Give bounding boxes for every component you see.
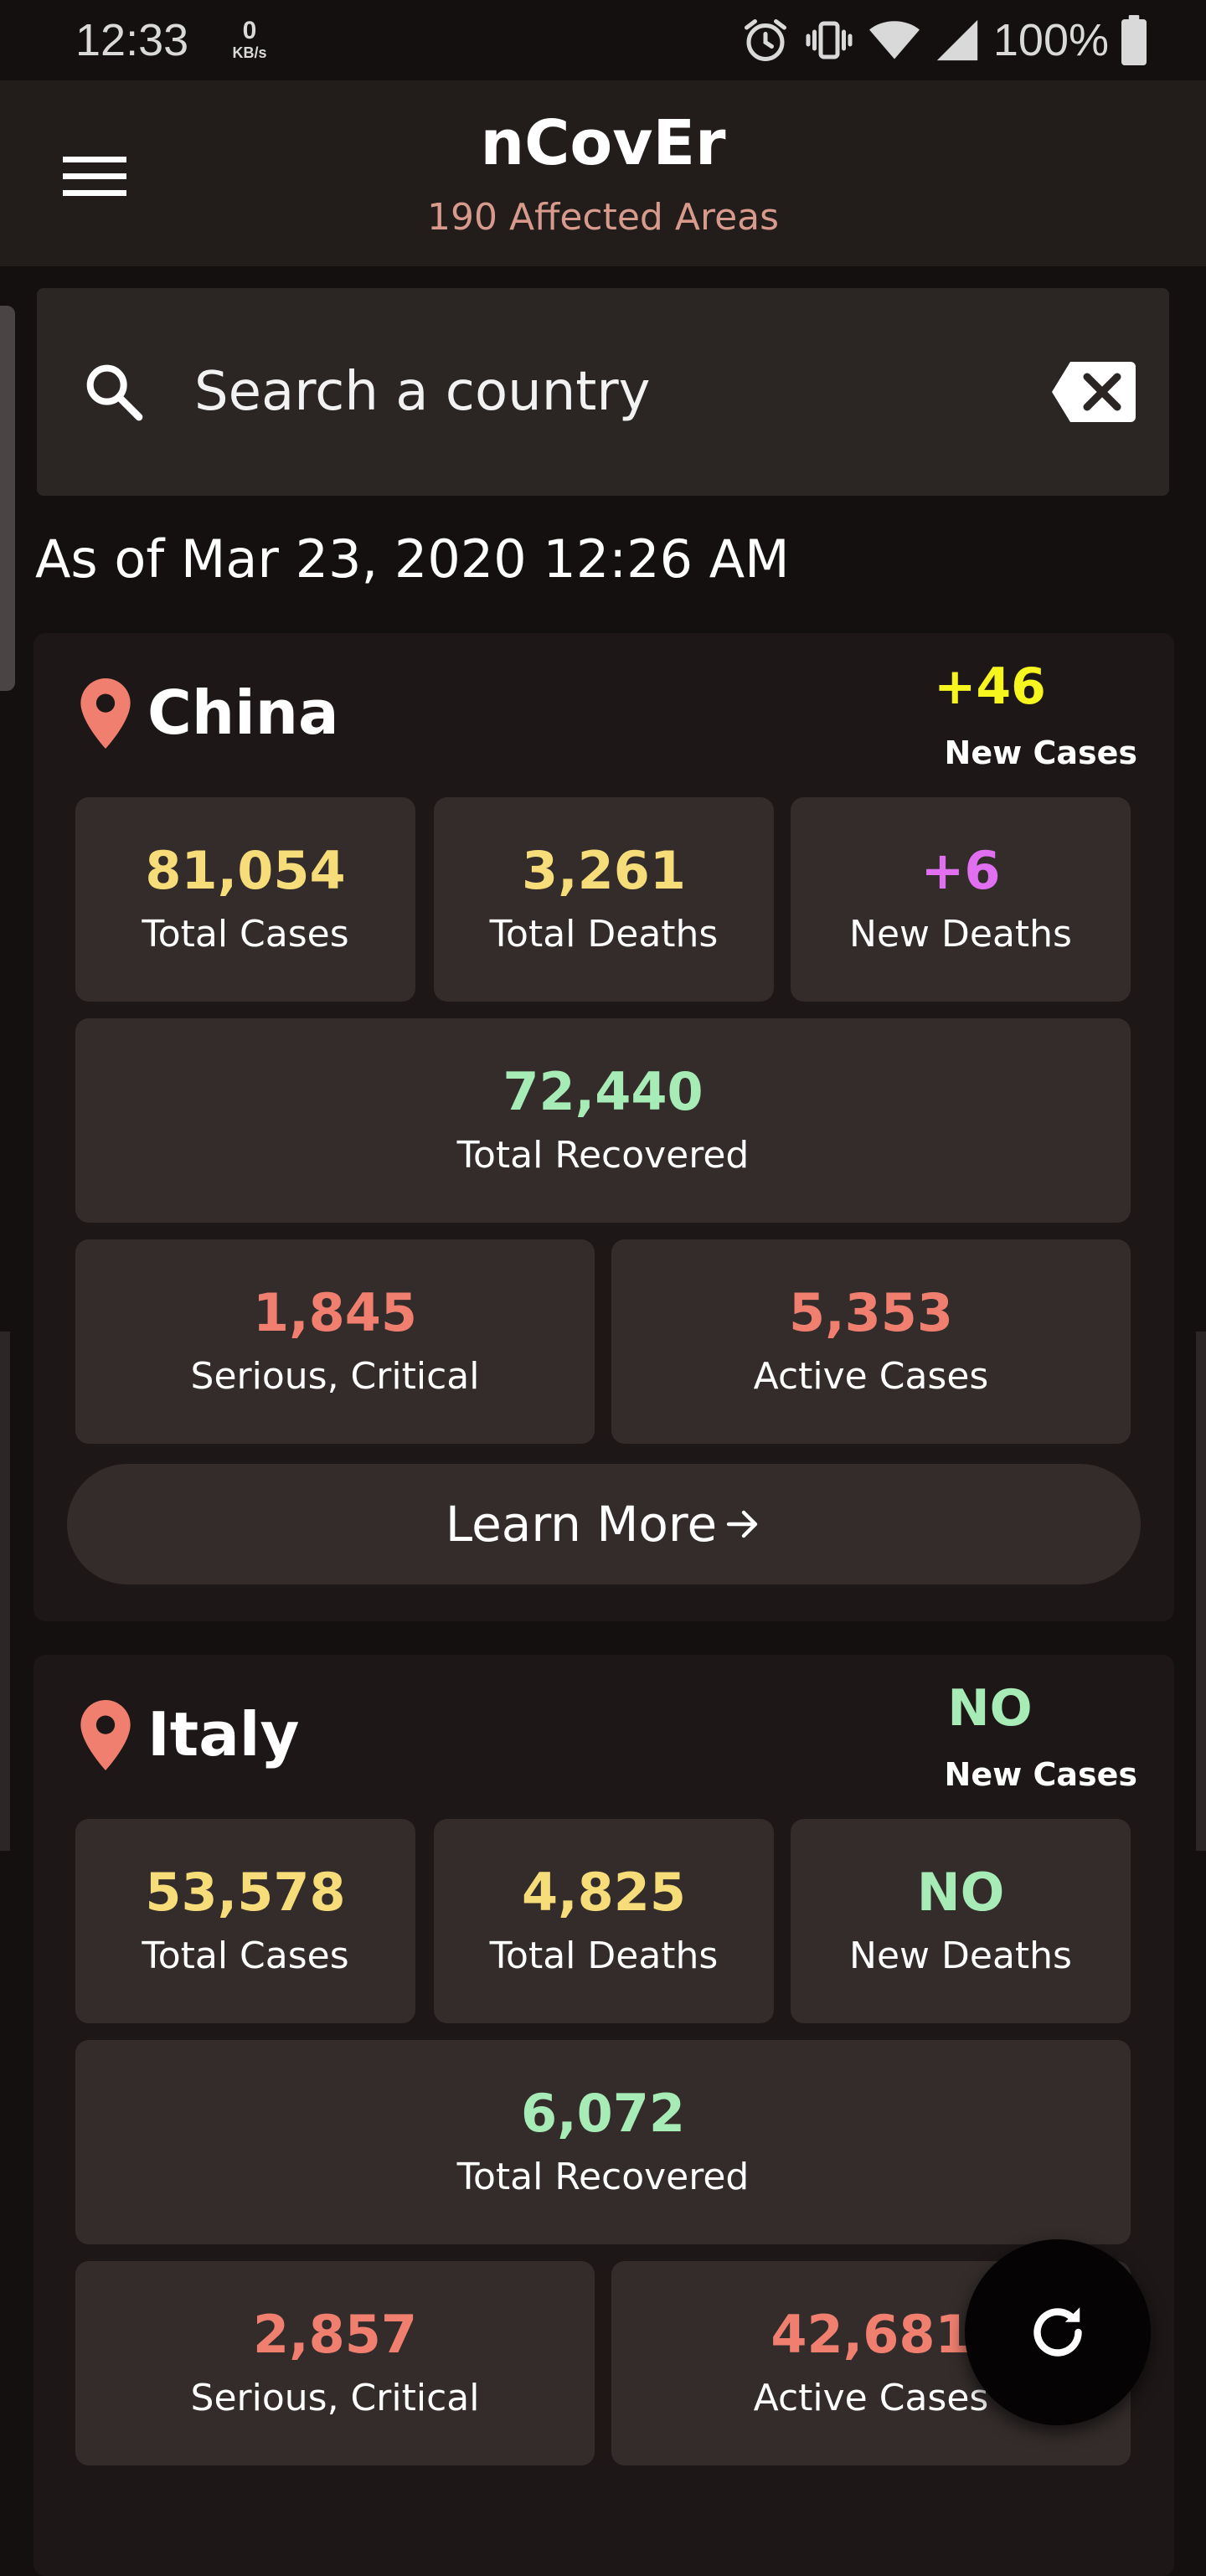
- backspace-clear-icon: [1052, 362, 1136, 422]
- stat-new-deaths: +6 New Deaths: [791, 797, 1131, 1002]
- serious-critical-value: 1,845: [252, 1282, 418, 1343]
- stat-total-cases: 81,054 Total Cases: [75, 797, 415, 1002]
- app-title: nCovEr: [480, 107, 726, 179]
- new-cases-value: NO: [947, 1679, 1033, 1738]
- learn-more-button[interactable]: Learn More: [67, 1464, 1141, 1584]
- new-deaths-label: New Deaths: [849, 913, 1072, 956]
- alarm-icon: [744, 19, 786, 61]
- total-deaths-value: 3,261: [521, 840, 687, 901]
- search-icon[interactable]: [80, 358, 147, 425]
- battery-percentage: 100%: [992, 15, 1109, 65]
- total-deaths-value: 4,825: [521, 1862, 687, 1923]
- new-cases-label: New Cases: [944, 1756, 1137, 1793]
- country-card-header: Italy NO New Cases: [34, 1655, 1174, 1806]
- status-bar: 12:33 0 KB/s 100%: [0, 0, 1206, 80]
- total-cases-label: Total Cases: [142, 1935, 349, 1977]
- as-of-timestamp: As of Mar 23, 2020 12:26 AM: [35, 528, 790, 590]
- new-cases-value: +46: [934, 657, 1046, 716]
- network-speed-unit: KB/s: [232, 44, 267, 61]
- total-deaths-label: Total Deaths: [489, 1935, 719, 1977]
- stat-serious-critical: 2,857 Serious, Critical: [75, 2261, 595, 2465]
- total-recovered-label: Total Recovered: [456, 1134, 750, 1177]
- battery-icon: [1121, 15, 1147, 65]
- total-cases-value: 81,054: [145, 840, 346, 901]
- location-pin-icon: [80, 1700, 131, 1770]
- stat-total-recovered: 6,072 Total Recovered: [75, 2040, 1131, 2244]
- total-cases-value: 53,578: [145, 1862, 346, 1923]
- affected-areas-subtitle: 190 Affected Areas: [426, 196, 780, 239]
- stat-total-recovered: 72,440 Total Recovered: [75, 1018, 1131, 1223]
- stat-total-deaths: 3,261 Total Deaths: [434, 797, 774, 1002]
- country-card-china[interactable]: China +46 New Cases 81,054 Total Cases 3…: [34, 633, 1174, 1621]
- scroll-track-left: [0, 1332, 10, 1851]
- active-cases-label: Active Cases: [753, 1355, 989, 1398]
- total-cases-label: Total Cases: [142, 913, 349, 956]
- network-speed: 0 KB/s: [224, 18, 275, 62]
- active-cases-value: 5,353: [788, 1282, 954, 1343]
- serious-critical-value: 2,857: [252, 2304, 418, 2365]
- stat-total-deaths: 4,825 Total Deaths: [434, 1819, 774, 2023]
- total-deaths-label: Total Deaths: [489, 913, 719, 956]
- status-time: 12:33: [75, 15, 189, 65]
- serious-critical-label: Serious, Critical: [190, 2377, 480, 2419]
- location-pin-icon: [80, 678, 131, 749]
- learn-more-label: Learn More: [445, 1496, 718, 1553]
- network-speed-value: 0: [242, 17, 257, 44]
- stat-active-cases: 5,353 Active Cases: [611, 1239, 1131, 1444]
- new-cases-label: New Cases: [944, 734, 1137, 771]
- country-name: China: [147, 677, 339, 748]
- total-recovered-value: 72,440: [502, 1061, 704, 1122]
- new-deaths-label: New Deaths: [849, 1935, 1072, 1977]
- cell-signal-icon: [936, 19, 978, 61]
- country-card-italy[interactable]: Italy NO New Cases 53,578 Total Cases 4,…: [34, 1655, 1174, 2576]
- arrow-right-icon: [726, 1510, 758, 1538]
- vibrate-icon: [806, 21, 853, 59]
- new-deaths-value: +6: [920, 840, 1001, 901]
- total-recovered-label: Total Recovered: [456, 2156, 750, 2198]
- stat-new-deaths: NO New Deaths: [791, 1819, 1131, 2023]
- scroll-indicator-left: [0, 306, 15, 691]
- country-name: Italy: [147, 1699, 300, 1770]
- clear-search-button[interactable]: [1050, 358, 1137, 425]
- refresh-button[interactable]: [965, 2239, 1151, 2425]
- search-bar: [37, 288, 1169, 496]
- stat-total-cases: 53,578 Total Cases: [75, 1819, 415, 2023]
- stat-serious-critical: 1,845 Serious, Critical: [75, 1239, 595, 1444]
- app-header: nCovEr 190 Affected Areas: [0, 80, 1206, 266]
- new-deaths-value: NO: [916, 1862, 1005, 1923]
- refresh-icon: [1033, 2307, 1082, 2357]
- serious-critical-label: Serious, Critical: [190, 1355, 480, 1398]
- country-card-header: China +46 New Cases: [34, 633, 1174, 784]
- search-input[interactable]: [194, 357, 948, 427]
- wifi-icon: [868, 21, 920, 59]
- scroll-track-right: [1196, 1332, 1206, 1851]
- total-recovered-value: 6,072: [520, 2083, 686, 2144]
- status-icons: 100%: [740, 13, 1147, 67]
